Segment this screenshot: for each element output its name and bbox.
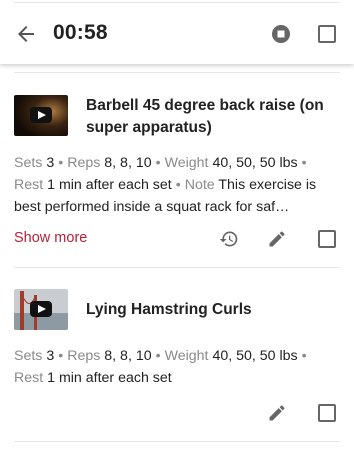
show-more-link[interactable]: Show more — [14, 230, 87, 246]
exercise-title[interactable]: Lying Hamstring Curls — [86, 299, 336, 321]
exercise-complete-checkbox[interactable] — [318, 404, 336, 422]
reps-label: Reps — [67, 348, 101, 364]
divider — [14, 441, 340, 442]
rest-value: 1 min after each set — [47, 177, 172, 193]
sets-label: Sets — [14, 155, 43, 171]
sets-label: Sets — [14, 348, 43, 364]
edit-pencil-icon[interactable] — [267, 229, 287, 249]
history-icon[interactable] — [219, 229, 239, 249]
stop-icon[interactable] — [271, 24, 291, 44]
exercise-details: Sets 3 • Reps 8, 8, 10 • Weight 40, 50, 50 l… — [14, 152, 340, 218]
exercise-complete-checkbox[interactable] — [318, 230, 336, 248]
divider — [14, 267, 340, 268]
exercise-video-thumbnail[interactable] — [14, 95, 68, 136]
separator: • — [301, 348, 307, 364]
rest-label: Rest — [14, 370, 44, 386]
weight-label: Weight — [164, 155, 209, 171]
note-label: Note — [184, 177, 215, 193]
separator: • — [301, 155, 307, 171]
exercise-video-thumbnail[interactable] — [14, 289, 68, 330]
rest-label: Rest — [14, 177, 44, 193]
separator: • — [58, 155, 64, 171]
separator: • — [58, 348, 64, 364]
weight-value: 40, 50, 50 lbs — [212, 155, 298, 171]
reps-label: Reps — [67, 155, 101, 171]
top-divider — [14, 2, 340, 3]
weight-label: Weight — [164, 348, 209, 364]
separator: • — [155, 155, 161, 171]
rest-value: 1 min after each set — [47, 370, 172, 386]
exercise-details: Sets 3 • Reps 8, 8, 10 • Weight 40, 50, 50 l… — [14, 345, 340, 389]
workout-header: 00:58 — [0, 0, 354, 64]
timer: 00:58 — [53, 21, 108, 44]
reps-value: 8, 8, 10 — [104, 348, 152, 364]
reps-value: 8, 8, 10 — [104, 155, 152, 171]
divider — [14, 72, 340, 73]
weight-value: 40, 50, 50 lbs — [212, 348, 298, 364]
workout-complete-checkbox[interactable] — [318, 25, 336, 43]
exercise-title[interactable]: Barbell 45 degree back raise (on super a… — [86, 95, 336, 139]
back-arrow-icon[interactable] — [14, 22, 38, 46]
separator: • — [175, 177, 181, 193]
separator: • — [155, 348, 161, 364]
edit-pencil-icon[interactable] — [267, 403, 287, 423]
